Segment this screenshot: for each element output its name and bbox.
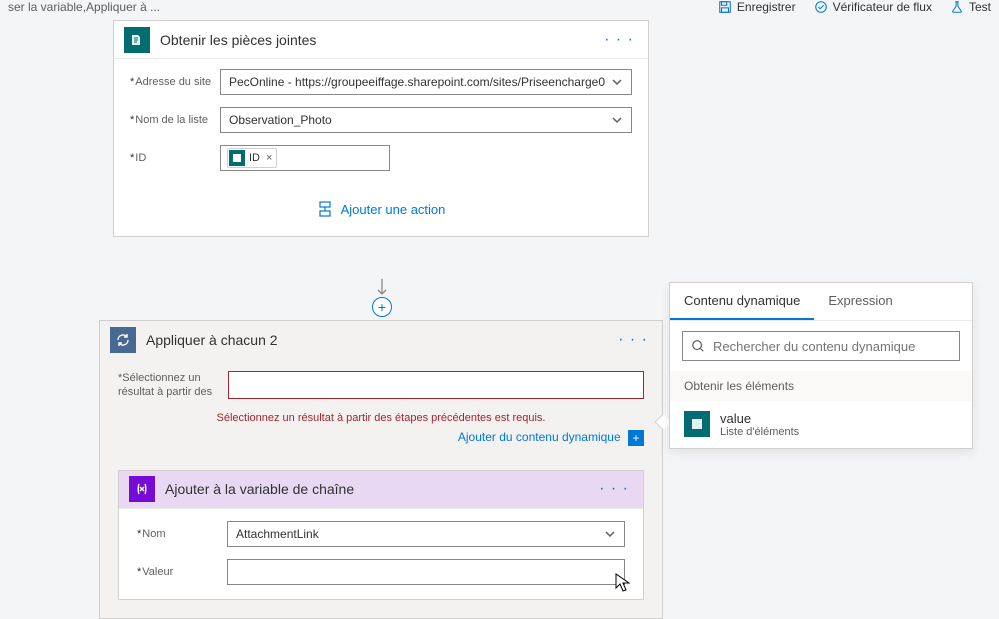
chevron-down-icon bbox=[611, 114, 623, 126]
card-header[interactable]: Obtenir les pièces jointes · · · bbox=[114, 21, 648, 59]
variable-name-value: AttachmentLink bbox=[236, 527, 319, 541]
variable-name-select[interactable]: AttachmentLink bbox=[227, 521, 625, 547]
token-remove-icon[interactable]: × bbox=[266, 152, 272, 164]
top-toolbar: ser la variable,Appliquer à ... Enregist… bbox=[0, 0, 999, 20]
flow-checker-button[interactable]: Vérificateur de flux bbox=[814, 0, 932, 14]
site-address-select[interactable]: PecOnline - https://groupeeiffage.sharep… bbox=[220, 69, 632, 95]
tab-expression[interactable]: Expression bbox=[814, 283, 906, 320]
action-card-get-attachments: Obtenir les pièces jointes · · · *Adress… bbox=[113, 20, 649, 237]
chevron-down-icon bbox=[604, 528, 616, 540]
dc-item-text: value Liste d'éléments bbox=[720, 411, 799, 438]
card-body: *Nom AttachmentLink *Valeur bbox=[119, 509, 643, 599]
card-menu-button[interactable]: · · · bbox=[595, 480, 633, 498]
breadcrumb: ser la variable,Appliquer à ... bbox=[8, 0, 718, 14]
plus-badge-icon[interactable]: + bbox=[628, 430, 644, 446]
checker-icon bbox=[814, 0, 828, 14]
flow-connector: + bbox=[372, 279, 392, 317]
flask-icon bbox=[950, 0, 964, 14]
flow-canvas: Obtenir les pièces jointes · · · *Adress… bbox=[0, 20, 999, 575]
add-dynamic-content-link[interactable]: Ajouter du contenu dynamique bbox=[458, 430, 621, 444]
token-label: ID bbox=[249, 152, 260, 164]
dc-item-title: value bbox=[720, 411, 799, 426]
field-label-select-output: *Sélectionnez un résultat à partir des bbox=[118, 371, 228, 400]
action-card-apply-to-each: Appliquer à chacun 2 · · · *Sélectionnez… bbox=[99, 320, 663, 619]
checker-label: Vérificateur de flux bbox=[833, 0, 932, 14]
field-label-name: *Nom bbox=[137, 528, 227, 540]
list-name-value: Observation_Photo bbox=[229, 113, 332, 127]
list-name-select[interactable]: Observation_Photo bbox=[220, 107, 632, 133]
validation-error: Sélectionnez un résultat à partir des ét… bbox=[118, 412, 644, 424]
chevron-down-icon bbox=[611, 76, 623, 88]
add-action-button[interactable]: Ajouter une action bbox=[317, 201, 446, 217]
card-header[interactable]: Ajouter à la variable de chaîne · · · bbox=[119, 471, 643, 509]
card-menu-button[interactable]: · · · bbox=[600, 31, 638, 49]
field-label-value: *Valeur bbox=[137, 566, 227, 578]
dc-item-subtitle: Liste d'éléments bbox=[720, 426, 799, 438]
field-label-id: *ID bbox=[130, 152, 220, 164]
sharepoint-icon bbox=[684, 411, 710, 437]
sharepoint-icon bbox=[124, 27, 150, 53]
save-icon bbox=[718, 0, 732, 14]
tab-dynamic-content[interactable]: Contenu dynamique bbox=[670, 283, 814, 320]
save-label: Enregistrer bbox=[737, 0, 796, 14]
card-header[interactable]: Appliquer à chacun 2 · · · bbox=[100, 321, 662, 359]
site-address-value: PecOnline - https://groupeeiffage.sharep… bbox=[229, 75, 605, 89]
search-icon bbox=[691, 339, 705, 353]
dc-search-box[interactable] bbox=[682, 331, 960, 361]
arrow-down-icon bbox=[376, 279, 388, 297]
save-button[interactable]: Enregistrer bbox=[718, 0, 796, 14]
card-title: Obtenir les pièces jointes bbox=[160, 32, 600, 48]
card-body: *Adresse du site PecOnline - https://gro… bbox=[114, 59, 648, 236]
dc-tabs: Contenu dynamique Expression bbox=[670, 283, 972, 321]
dc-group-header: Obtenir les éléments bbox=[670, 371, 972, 401]
dynamic-content-panel: Contenu dynamique Expression Obtenir les… bbox=[669, 282, 973, 449]
dc-item-value[interactable]: value Liste d'éléments bbox=[670, 401, 972, 448]
select-output-input[interactable] bbox=[228, 371, 644, 399]
add-action-label: Ajouter une action bbox=[341, 202, 446, 217]
add-action-row: Ajouter une action bbox=[130, 201, 632, 220]
card-title: Appliquer à chacun 2 bbox=[146, 332, 614, 348]
test-label: Test bbox=[969, 0, 991, 14]
dc-search-input[interactable] bbox=[713, 339, 951, 354]
dynamic-content-link-row: Ajouter du contenu dynamique + bbox=[118, 430, 644, 446]
card-menu-button[interactable]: · · · bbox=[614, 331, 652, 349]
action-card-append-string-variable: Ajouter à la variable de chaîne · · · *N… bbox=[118, 470, 644, 600]
field-label-site: *Adresse du site bbox=[130, 76, 220, 88]
add-step-icon bbox=[317, 201, 333, 217]
loop-icon bbox=[110, 327, 136, 353]
token-id[interactable]: ID × bbox=[227, 148, 277, 168]
test-button[interactable]: Test bbox=[950, 0, 991, 14]
variable-icon bbox=[129, 476, 155, 502]
card-body: *Sélectionnez un résultat à partir des S… bbox=[100, 359, 662, 618]
variable-value-input[interactable] bbox=[227, 559, 625, 585]
toolbar-actions: Enregistrer Vérificateur de flux Test bbox=[718, 0, 991, 14]
field-label-list: *Nom de la liste bbox=[130, 114, 220, 126]
id-input[interactable]: ID × bbox=[220, 145, 390, 171]
sharepoint-icon bbox=[229, 150, 245, 166]
card-title: Ajouter à la variable de chaîne bbox=[165, 481, 595, 497]
insert-step-button[interactable]: + bbox=[372, 297, 392, 317]
